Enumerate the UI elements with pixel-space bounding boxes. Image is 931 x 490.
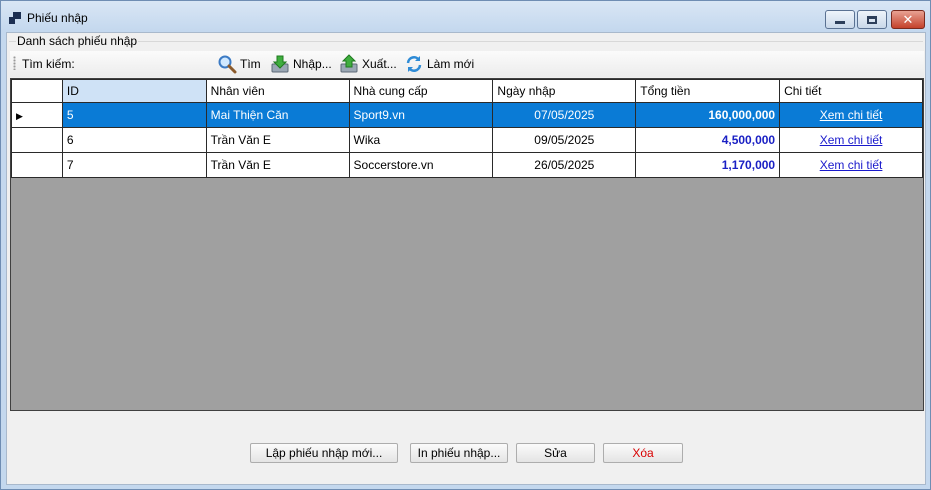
cell-total[interactable]: 160,000,000: [635, 102, 781, 128]
minimize-icon: [835, 21, 845, 24]
column-header-total[interactable]: Tổng tiền: [635, 79, 781, 103]
cell-detail: Xem chi tiết: [779, 127, 923, 153]
cell-total[interactable]: 4,500,000: [635, 127, 781, 153]
edit-button[interactable]: Sửa: [516, 443, 595, 463]
print-receipt-button[interactable]: In phiếu nhập...: [410, 443, 508, 463]
cell-date[interactable]: 09/05/2025: [492, 127, 637, 153]
group-label: Danh sách phiếu nhập: [16, 34, 139, 48]
close-icon: ✕: [902, 12, 914, 27]
cell-date[interactable]: 07/05/2025: [492, 102, 637, 128]
header-row: ID Nhân viên Nhà cung cấp Ngày nhập Tổng…: [11, 79, 923, 103]
column-header-detail[interactable]: Chi tiết: [779, 79, 923, 103]
receipts-table: ID Nhân viên Nhà cung cấp Ngày nhập Tổng…: [11, 79, 923, 178]
cell-employee[interactable]: Trần Văn E: [205, 127, 350, 153]
title-bar[interactable]: Phiếu nhập ✕: [1, 1, 930, 33]
table-row[interactable]: ▶ 5 Mai Thiện Căn Sport9.vn 07/05/2025 1…: [11, 102, 923, 128]
search-label: Tìm kiếm:: [22, 57, 75, 71]
app-icon: [9, 12, 21, 24]
find-label: Tìm: [240, 57, 261, 71]
table-row[interactable]: 7 Trần Văn E Soccerstore.vn 26/05/2025 1…: [11, 152, 923, 178]
toolbar-grip[interactable]: [13, 56, 16, 70]
find-button[interactable]: Tìm: [215, 53, 263, 75]
corner-header[interactable]: [11, 79, 63, 103]
row-header[interactable]: [11, 127, 63, 153]
view-detail-link[interactable]: Xem chi tiết: [820, 158, 883, 172]
column-header-id[interactable]: ID: [61, 79, 207, 103]
cell-supplier[interactable]: Soccerstore.vn: [348, 152, 494, 178]
import-button[interactable]: Nhập...: [268, 53, 334, 75]
refresh-button[interactable]: Làm mới: [402, 53, 476, 75]
column-header-date[interactable]: Ngày nhập: [492, 79, 637, 103]
cell-id[interactable]: 5: [61, 102, 207, 128]
row-header[interactable]: ▶: [11, 102, 63, 128]
cell-employee[interactable]: Mai Thiện Căn: [205, 102, 350, 128]
cell-detail: Xem chi tiết: [779, 152, 923, 178]
minimize-button[interactable]: [825, 10, 855, 29]
export-icon: [339, 54, 359, 74]
cell-employee[interactable]: Trần Văn E: [205, 152, 350, 178]
import-label: Nhập...: [293, 57, 332, 71]
group-divider: [9, 41, 923, 42]
receipts-grid[interactable]: ID Nhân viên Nhà cung cấp Ngày nhập Tổng…: [10, 78, 924, 411]
column-header-employee[interactable]: Nhân viên: [205, 79, 350, 103]
view-detail-link[interactable]: Xem chi tiết: [820, 108, 883, 122]
refresh-icon: [404, 54, 424, 74]
current-row-icon: ▶: [16, 111, 23, 121]
new-receipt-button[interactable]: Lập phiếu nhập mới...: [250, 443, 398, 463]
cell-total[interactable]: 1,170,000: [635, 152, 781, 178]
client-area: Danh sách phiếu nhập Tìm kiếm: Tìm Nhập.…: [6, 32, 926, 485]
toolbar: Tìm kiếm: Tìm Nhập... Xuất... Làm mới: [10, 51, 924, 77]
search-icon: [217, 54, 237, 74]
export-label: Xuất...: [362, 57, 397, 71]
export-button[interactable]: Xuất...: [337, 53, 399, 75]
maximize-button[interactable]: [857, 10, 887, 29]
close-button[interactable]: ✕: [891, 10, 925, 29]
table-row[interactable]: 6 Trần Văn E Wika 09/05/2025 4,500,000 X…: [11, 127, 923, 153]
import-icon: [270, 54, 290, 74]
maximize-icon: [867, 15, 877, 24]
column-header-supplier[interactable]: Nhà cung cấp: [348, 79, 494, 103]
delete-button[interactable]: Xóa: [603, 443, 683, 463]
cell-id[interactable]: 6: [61, 127, 207, 153]
cell-detail: Xem chi tiết: [779, 102, 923, 128]
window-title: Phiếu nhập: [27, 11, 88, 25]
cell-date[interactable]: 26/05/2025: [492, 152, 637, 178]
cell-id[interactable]: 7: [61, 152, 207, 178]
view-detail-link[interactable]: Xem chi tiết: [820, 133, 883, 147]
row-header[interactable]: [11, 152, 63, 178]
cell-supplier[interactable]: Sport9.vn: [348, 102, 494, 128]
main-window: Phiếu nhập ✕ Danh sách phiếu nhập Tìm ki…: [0, 0, 931, 490]
cell-supplier[interactable]: Wika: [348, 127, 494, 153]
refresh-label: Làm mới: [427, 57, 475, 71]
